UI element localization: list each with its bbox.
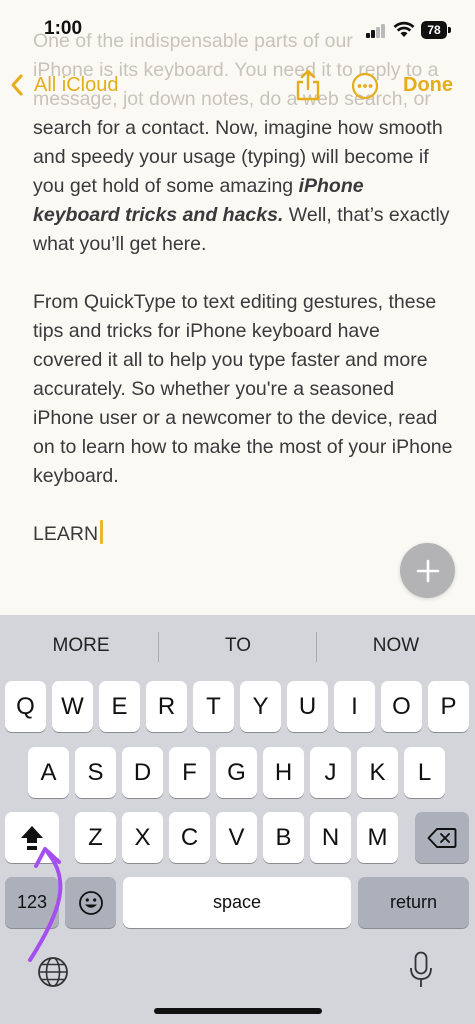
key-c[interactable]: C (169, 812, 210, 863)
key-m[interactable]: M (357, 812, 398, 863)
status-bar: 1:00 78 (0, 0, 475, 60)
text-cursor (100, 520, 104, 544)
prediction-3[interactable]: NOW (317, 615, 475, 677)
battery-icon: 78 (421, 21, 451, 39)
key-b[interactable]: B (263, 812, 304, 863)
add-button[interactable] (400, 543, 455, 598)
key-s[interactable]: S (75, 747, 116, 798)
delete-icon (427, 827, 457, 848)
key-v[interactable]: V (216, 812, 257, 863)
prediction-2[interactable]: TO (159, 615, 317, 677)
home-indicator (154, 1008, 322, 1014)
key-l[interactable]: L (404, 747, 445, 798)
key-h[interactable]: H (263, 747, 304, 798)
more-icon[interactable] (351, 72, 379, 100)
key-q[interactable]: Q (5, 681, 46, 732)
key-t[interactable]: T (193, 681, 234, 732)
emoji-icon (78, 890, 103, 915)
key-x[interactable]: X (122, 812, 163, 863)
globe-icon[interactable] (36, 955, 70, 989)
space-key[interactable]: space (123, 877, 351, 928)
key-r[interactable]: R (146, 681, 187, 732)
numbers-key[interactable]: 123 (5, 877, 59, 928)
share-icon[interactable] (293, 68, 323, 102)
key-i[interactable]: I (334, 681, 375, 732)
key-z[interactable]: Z (75, 812, 116, 863)
key-g[interactable]: G (216, 747, 257, 798)
key-a[interactable]: A (28, 747, 69, 798)
key-j[interactable]: J (310, 747, 351, 798)
chevron-left-icon (11, 74, 23, 96)
key-w[interactable]: W (52, 681, 93, 732)
note-typing-line[interactable]: LEARN (33, 520, 453, 549)
key-u[interactable]: U (287, 681, 328, 732)
shift-key[interactable] (5, 812, 59, 863)
return-key[interactable]: return (358, 877, 469, 928)
back-label: All iCloud (34, 73, 119, 96)
back-button[interactable]: All iCloud (10, 70, 118, 100)
key-y[interactable]: Y (240, 681, 281, 732)
nav-bar: All iCloud Done (0, 62, 475, 110)
shift-icon (21, 825, 43, 850)
battery-level: 78 (421, 21, 447, 39)
emoji-key[interactable] (65, 877, 116, 928)
key-d[interactable]: D (122, 747, 163, 798)
microphone-icon[interactable] (409, 951, 433, 989)
key-f[interactable]: F (169, 747, 210, 798)
predictive-bar: MORE TO NOW (0, 615, 475, 677)
key-e[interactable]: E (99, 681, 140, 732)
wifi-icon (393, 21, 415, 37)
key-p[interactable]: P (428, 681, 469, 732)
key-k[interactable]: K (357, 747, 398, 798)
delete-key[interactable] (415, 812, 469, 863)
plus-icon (416, 559, 439, 582)
key-n[interactable]: N (310, 812, 351, 863)
done-button[interactable]: Done (403, 74, 453, 97)
note-paragraph-1: search for a contact. Now, imagine how s… (33, 117, 450, 255)
signal-icon (366, 24, 386, 38)
key-o[interactable]: O (381, 681, 422, 732)
prediction-1[interactable]: MORE (2, 615, 160, 677)
keyboard: MORE TO NOW Q W E R T Y U I O P A S D F … (0, 615, 475, 1024)
note-paragraph-2: From QuickType to text editing gestures,… (33, 291, 453, 487)
status-time: 1:00 (44, 18, 83, 39)
